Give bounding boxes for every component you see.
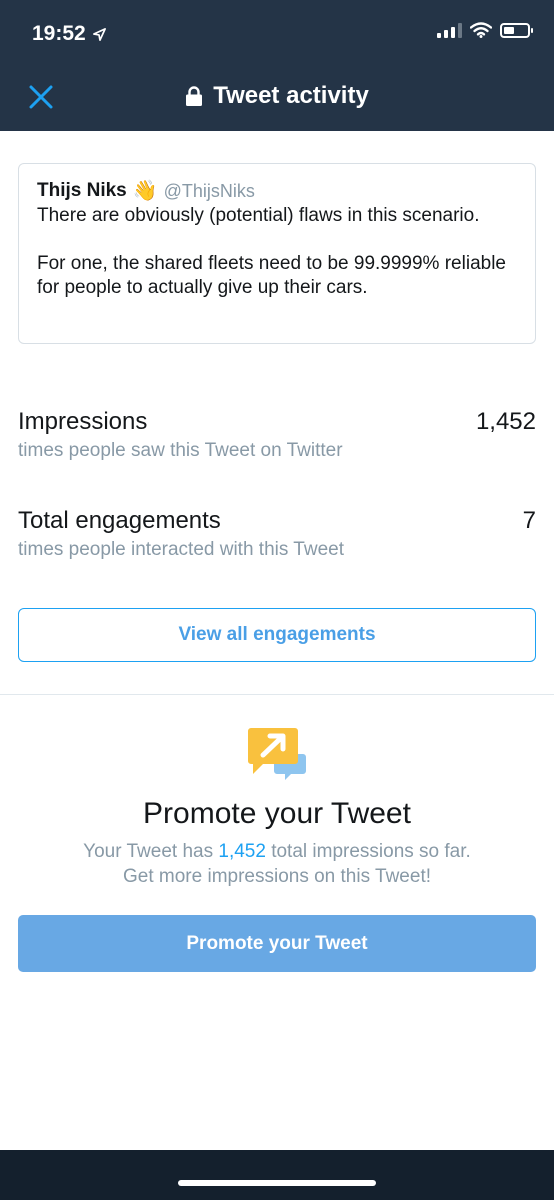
metric-description: times people interacted with this Tweet xyxy=(18,539,344,560)
promote-speech-bubbles-icon xyxy=(248,728,306,780)
battery-icon xyxy=(500,22,533,38)
tweet-text: There are obviously (potential) flaws in… xyxy=(37,205,506,298)
impressions-metric: Impressions times people saw this Tweet … xyxy=(18,408,536,462)
view-all-engagements-button[interactable]: View all engagements xyxy=(18,608,536,662)
page-title-group: Tweet activity xyxy=(0,82,554,110)
metric-value: 1,452 xyxy=(475,408,536,435)
tweet-header: Thijs Niks 👋 @ThijsNiks xyxy=(37,180,517,202)
promote-desc-suffix: total impressions so far. xyxy=(265,841,471,862)
metric-label: Impressions xyxy=(18,408,148,435)
bottom-bar xyxy=(0,1150,554,1200)
promote-desc-line2: Get more impressions on this Tweet! xyxy=(123,866,431,887)
tweet-author-name: Thijs Niks xyxy=(37,180,127,201)
tweet-card[interactable]: Thijs Niks 👋 @ThijsNiks There are obviou… xyxy=(18,163,536,344)
tweet-author-handle: @ThijsNiks xyxy=(163,180,255,201)
promote-impression-count: 1,452 xyxy=(218,841,266,862)
wifi-icon xyxy=(470,22,492,38)
top-bar: 19:52 Tweet activity xyxy=(0,0,554,131)
section-divider xyxy=(0,694,554,695)
metric-description: times people saw this Tweet on Twitter xyxy=(18,440,343,461)
promote-desc-prefix: Your Tweet has xyxy=(83,841,219,862)
metric-label: Total engagements xyxy=(18,507,221,534)
promote-description: Your Tweet has 1,452 total impressions s… xyxy=(0,839,554,889)
page-title: Tweet activity xyxy=(213,82,369,109)
location-arrow-icon xyxy=(92,27,106,41)
home-indicator[interactable] xyxy=(178,1180,376,1186)
lock-icon xyxy=(186,86,203,106)
signal-icon xyxy=(437,22,462,38)
waving-hand-emoji: 👋 xyxy=(132,180,158,202)
status-time: 19:52 xyxy=(32,22,86,45)
status-time-group: 19:52 xyxy=(32,22,107,46)
promote-title: Promote your Tweet xyxy=(143,797,411,830)
engagements-metric: Total engagements times people interacte… xyxy=(18,507,536,561)
promote-tweet-button[interactable]: Promote your Tweet xyxy=(18,915,536,972)
status-icons xyxy=(437,22,533,38)
metric-value: 7 xyxy=(522,507,536,534)
